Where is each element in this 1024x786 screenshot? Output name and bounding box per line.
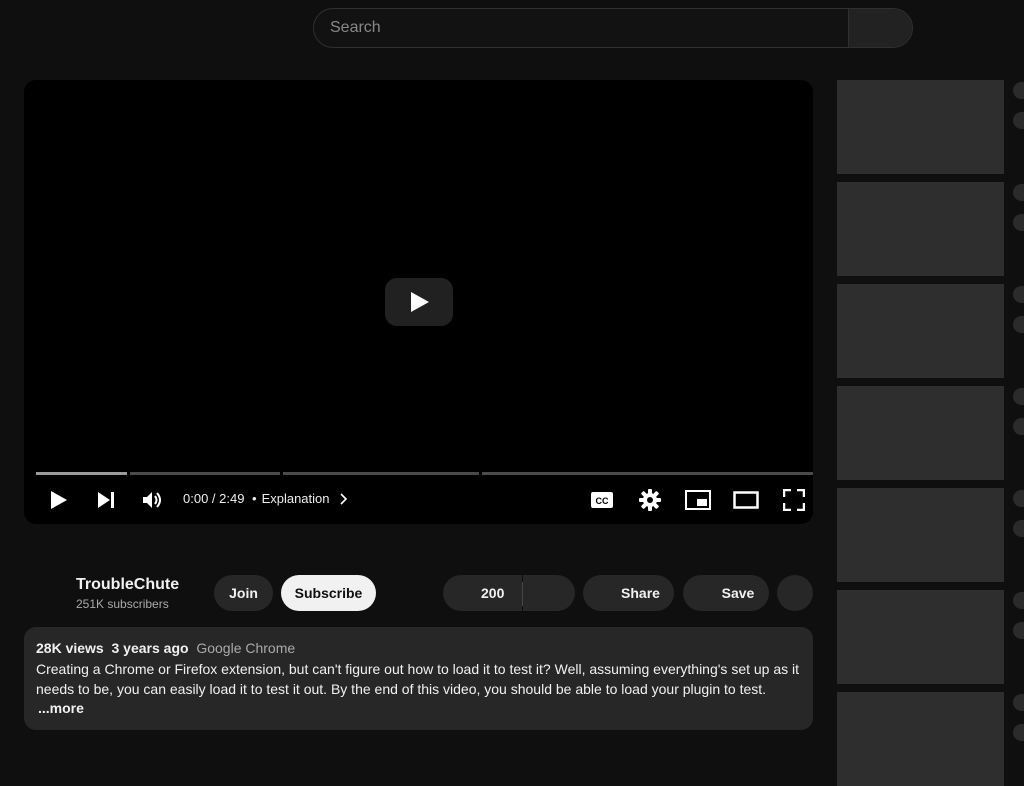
progress-segment[interactable] <box>36 472 127 475</box>
play-icon <box>411 292 429 312</box>
recommendation-thumbnail[interactable] <box>837 692 1004 786</box>
recommendation-title-placeholder <box>1013 724 1024 741</box>
chapter-button[interactable]: • Explanation <box>252 491 348 506</box>
chapter-separator: • <box>252 491 257 506</box>
more-actions-button[interactable] <box>777 575 813 611</box>
next-icon <box>98 492 114 508</box>
recommendation-thumbnail[interactable] <box>837 590 1004 684</box>
cc-icon: CC <box>591 492 613 508</box>
miniplayer-button[interactable] <box>684 486 712 514</box>
recommendation-title-placeholder <box>1013 520 1024 537</box>
large-play-button[interactable] <box>385 278 453 326</box>
recommendation-thumbnail[interactable] <box>837 80 1004 174</box>
share-label: Share <box>621 585 660 601</box>
recommendation-thumbnail[interactable] <box>837 284 1004 378</box>
topic-tag[interactable]: Google Chrome <box>196 640 295 656</box>
join-button[interactable]: Join <box>214 575 273 611</box>
captions-button[interactable]: CC <box>588 486 616 514</box>
description-text: Creating a Chrome or Firefox extension, … <box>36 661 800 697</box>
recommendation-title-placeholder <box>1013 388 1024 405</box>
progress-segment[interactable] <box>283 472 479 475</box>
like-count: 200 <box>481 585 505 601</box>
svg-text:CC: CC <box>596 496 609 506</box>
chapter-title: Explanation <box>261 491 330 506</box>
settings-button[interactable] <box>636 486 664 514</box>
search-bar <box>313 8 913 48</box>
save-label: Save <box>721 585 755 601</box>
recommendation-title-placeholder <box>1013 286 1024 303</box>
gear-icon <box>639 489 661 511</box>
chevron-right-icon <box>339 492 347 505</box>
recommendation-thumbnail[interactable] <box>837 386 1004 480</box>
recommendation-title-placeholder <box>1013 592 1024 609</box>
recommendation-title-placeholder <box>1013 418 1024 435</box>
recommendation-title-placeholder <box>1013 316 1024 333</box>
recommendation-title-placeholder <box>1013 694 1024 711</box>
recommendation-title-placeholder <box>1013 112 1024 129</box>
recommendation-thumbnail[interactable] <box>837 182 1004 276</box>
volume-icon <box>143 492 161 508</box>
description-box[interactable]: 28K views 3 years ago Google Chrome Crea… <box>24 627 813 730</box>
subscriber-count: 251K subscribers <box>76 597 169 611</box>
theater-icon <box>733 491 759 509</box>
video-meta: 28K views 3 years ago Google Chrome <box>36 640 295 656</box>
miniplayer-icon <box>685 490 711 510</box>
search-button[interactable] <box>848 9 912 47</box>
recommendation-title-placeholder <box>1013 214 1024 231</box>
play-button[interactable] <box>44 486 74 514</box>
fullscreen-icon <box>783 489 805 511</box>
recommendation-title-placeholder <box>1013 490 1024 507</box>
upload-age: 3 years ago <box>111 640 189 656</box>
next-button[interactable] <box>92 486 120 514</box>
show-more-link[interactable]: ...more <box>38 700 84 716</box>
search-input[interactable] <box>314 9 850 47</box>
save-button[interactable]: Save <box>683 575 769 611</box>
play-icon <box>51 491 67 509</box>
recommendation-thumbnail[interactable] <box>837 488 1004 582</box>
recommendation-title-placeholder <box>1013 622 1024 639</box>
share-button[interactable]: Share <box>583 575 674 611</box>
recommendation-title-placeholder <box>1013 82 1024 99</box>
time-display: 0:00 / 2:49 <box>183 491 245 506</box>
progress-segment[interactable] <box>482 472 813 475</box>
progress-segment[interactable] <box>130 472 280 475</box>
subscribe-button[interactable]: Subscribe <box>281 575 376 611</box>
recommendation-title-placeholder <box>1013 184 1024 201</box>
fullscreen-button[interactable] <box>780 486 808 514</box>
volume-button[interactable] <box>139 486 167 514</box>
dislike-button[interactable] <box>523 575 575 611</box>
channel-name[interactable]: TroubleChute <box>76 576 179 594</box>
like-button[interactable]: 200 <box>443 575 522 611</box>
view-count: 28K views <box>36 640 104 656</box>
theater-mode-button[interactable] <box>732 486 760 514</box>
like-divider <box>522 582 523 606</box>
